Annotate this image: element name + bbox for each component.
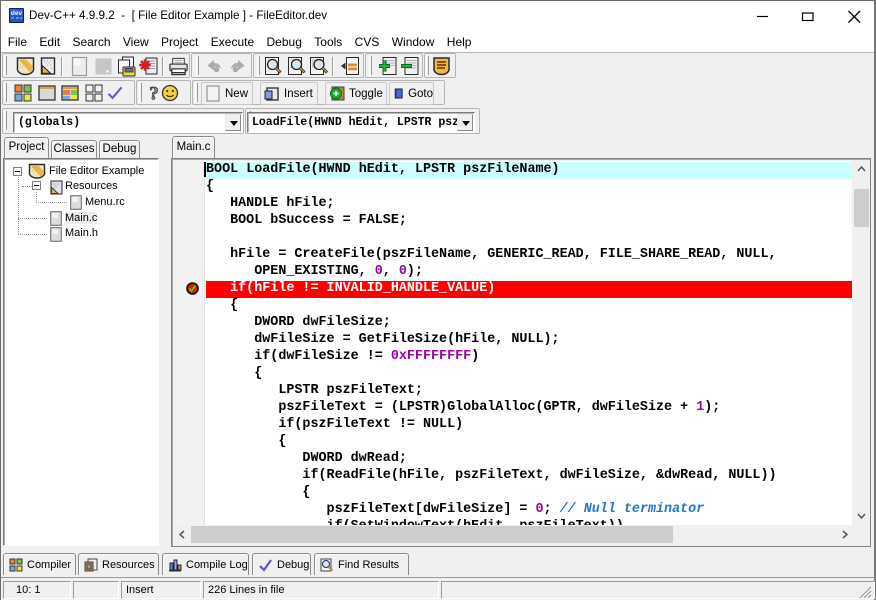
svg-text:?: ? <box>149 84 159 102</box>
svg-text:dev: dev <box>11 10 23 17</box>
